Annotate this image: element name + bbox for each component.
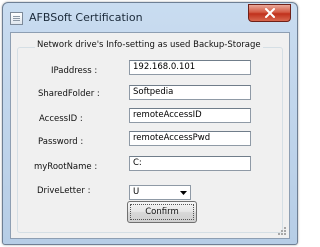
driveletter-value: U <box>133 187 140 197</box>
resize-grip-icon[interactable] <box>277 226 287 236</box>
driveletter-select[interactable]: U <box>129 185 191 200</box>
accessid-input[interactable]: remoteAccessID <box>129 108 251 123</box>
myrootname-label: myRootName : <box>34 162 98 172</box>
window-icon <box>10 12 23 25</box>
password-input[interactable]: remoteAccessPwd <box>129 131 251 146</box>
myrootname-input[interactable]: C: <box>129 156 251 171</box>
window-title: AFBSoft Certification <box>29 11 143 24</box>
close-button[interactable] <box>248 4 291 22</box>
app-window: AFBSoft Certification Network drive's In… <box>2 2 298 245</box>
confirm-button-label: Confirm <box>145 207 179 217</box>
sharedfolder-label: SharedFolder : <box>38 89 100 99</box>
close-icon <box>264 8 275 18</box>
password-label: Password : <box>38 137 84 147</box>
ipaddress-input[interactable]: 192.168.0.101 <box>129 60 251 75</box>
sharedfolder-input[interactable]: Softpedia <box>129 85 251 100</box>
title-bar[interactable]: AFBSoft Certification <box>3 3 297 32</box>
chevron-down-icon[interactable] <box>177 186 190 199</box>
group-legend: Network drive's Info-setting as used Bac… <box>35 40 263 50</box>
client-area: Network drive's Info-setting as used Bac… <box>10 32 290 239</box>
confirm-button[interactable]: Confirm <box>127 201 197 223</box>
accessid-label: AccessID : <box>39 114 83 124</box>
driveletter-label: DriveLetter : <box>37 186 91 196</box>
ipaddress-label: IPaddress : <box>51 66 98 76</box>
